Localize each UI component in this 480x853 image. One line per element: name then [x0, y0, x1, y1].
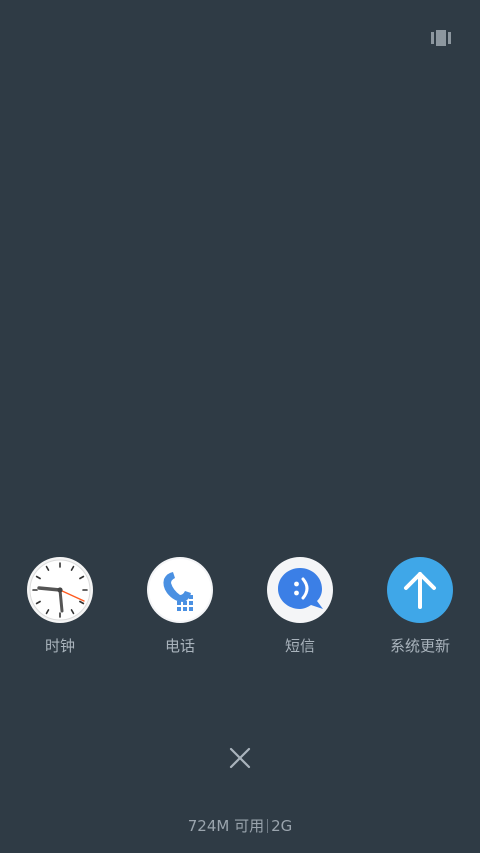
recent-app-system-update[interactable]: 系统更新	[360, 557, 480, 667]
close-icon	[229, 747, 251, 769]
view-toggle-button[interactable]	[431, 30, 451, 46]
memory-available: 724M 可用	[187, 817, 265, 835]
recent-app-clock[interactable]: 时钟	[0, 557, 120, 667]
view-toggle-icon	[431, 30, 451, 46]
app-label: 时钟	[44, 637, 75, 655]
clock-icon	[27, 557, 93, 623]
memory-separator	[267, 819, 269, 833]
app-label: 系统更新	[389, 637, 450, 655]
memory-status: 724M 可用 2G	[0, 815, 480, 836]
messages-icon	[267, 557, 333, 623]
recent-apps-row: 时钟 电话 短信 系统更新	[0, 557, 480, 667]
clear-all-button[interactable]	[224, 742, 256, 774]
recent-app-messages[interactable]: 短信	[240, 557, 360, 667]
system-update-icon	[387, 557, 453, 623]
app-label: 短信	[284, 637, 315, 655]
memory-total: 2G	[271, 817, 293, 835]
recent-app-phone[interactable]: 电话	[120, 557, 240, 667]
app-label: 电话	[164, 637, 195, 655]
phone-icon	[147, 557, 213, 623]
